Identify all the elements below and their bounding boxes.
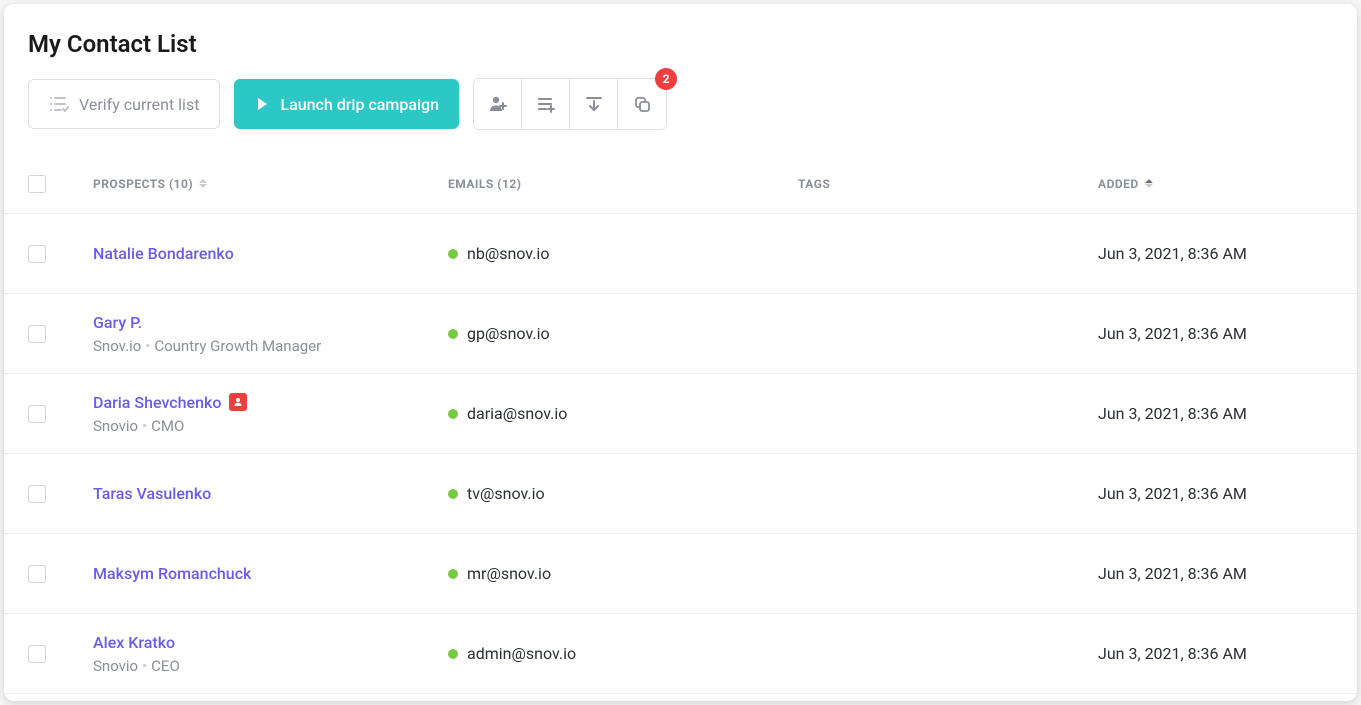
prospect-meta: Snovio•CEO xyxy=(93,657,448,675)
table-row: Gary P. Snov.io•Country Growth Manager gp@… xyxy=(4,294,1357,374)
prospect-meta: Snov.io•Country Growth Manager xyxy=(93,337,448,355)
email-status-dot xyxy=(448,569,458,579)
contact-card-icon xyxy=(229,393,247,411)
col-emails-label: EMAILS (12) xyxy=(448,177,521,191)
added-cell: Jun 3, 2021, 8:36 AM xyxy=(1098,324,1333,343)
toolbar: Verify current list Launch drip campaign xyxy=(28,78,1333,130)
page-title: My Contact List xyxy=(28,30,1333,58)
prospect-name-link[interactable]: Daria Shevchenko xyxy=(93,393,221,412)
copy-icon xyxy=(632,94,652,114)
email-text: admin@snov.io xyxy=(467,644,576,663)
table-row: Natalie Bondarenko nb@snov.io Jun 3, 2021,… xyxy=(4,214,1357,294)
list-plus-icon xyxy=(536,94,556,114)
email-text: gp@snov.io xyxy=(467,324,550,343)
table: PROSPECTS (10) EMAILS (12) TAGS ADDED xyxy=(4,154,1357,694)
verify-button-label: Verify current list xyxy=(79,95,199,114)
row-checkbox[interactable] xyxy=(28,325,46,343)
added-cell: Jun 3, 2021, 8:36 AM xyxy=(1098,644,1333,663)
added-cell: Jun 3, 2021, 8:36 AM xyxy=(1098,404,1333,423)
added-cell: Jun 3, 2021, 8:36 AM xyxy=(1098,564,1333,583)
select-all-checkbox[interactable] xyxy=(28,175,46,193)
verify-list-button[interactable]: Verify current list xyxy=(28,79,220,129)
email-status-dot xyxy=(448,409,458,419)
prospect-company: Snov.io xyxy=(93,337,141,355)
table-row: Taras Vasulenko tv@snov.io Jun 3, 2021, 8:… xyxy=(4,454,1357,534)
notification-badge: 2 xyxy=(655,68,677,90)
prospect-role: Country Growth Manager xyxy=(154,337,321,355)
launch-campaign-button[interactable]: Launch drip campaign xyxy=(234,79,459,129)
prospect-meta: Snovio•CMO xyxy=(93,417,448,435)
table-header: PROSPECTS (10) EMAILS (12) TAGS ADDED xyxy=(4,154,1357,214)
rows-container: Natalie Bondarenko nb@snov.io Jun 3, 2021,… xyxy=(4,214,1357,694)
action-icon-group xyxy=(473,78,667,130)
prospect-name-link[interactable]: Natalie Bondarenko xyxy=(93,244,234,263)
email-status-dot xyxy=(448,649,458,659)
list-check-icon xyxy=(49,95,69,113)
prospect-name-link[interactable]: Gary P. xyxy=(93,313,142,332)
action-group-wrapper: 2 xyxy=(473,78,667,130)
table-row: Maksym Romanchuck mr@snov.io Jun 3, 2021, … xyxy=(4,534,1357,614)
added-cell: Jun 3, 2021, 8:36 AM xyxy=(1098,244,1333,263)
person-plus-icon xyxy=(488,94,508,114)
prospect-role: CEO xyxy=(151,657,180,675)
email-text: nb@snov.io xyxy=(467,244,549,263)
email-text: mr@snov.io xyxy=(467,564,551,583)
add-to-list-button[interactable] xyxy=(522,79,570,129)
row-checkbox[interactable] xyxy=(28,565,46,583)
table-row: Alex Kratko Snovio•CEO admin@snov.io Jun 3,… xyxy=(4,614,1357,694)
col-prospects-label: PROSPECTS (10) xyxy=(93,177,193,191)
row-checkbox[interactable] xyxy=(28,645,46,663)
prospect-name-link[interactable]: Maksym Romanchuck xyxy=(93,564,251,583)
prospect-name-link[interactable]: Taras Vasulenko xyxy=(93,484,211,503)
email-text: daria@snov.io xyxy=(467,404,567,423)
col-tags-label: TAGS xyxy=(798,177,830,191)
row-checkbox[interactable] xyxy=(28,405,46,423)
added-cell: Jun 3, 2021, 8:36 AM xyxy=(1098,484,1333,503)
import-button[interactable] xyxy=(570,79,618,129)
launch-button-label: Launch drip campaign xyxy=(280,95,439,114)
col-added-label: ADDED xyxy=(1098,177,1139,191)
play-icon xyxy=(254,96,270,112)
email-status-dot xyxy=(448,489,458,499)
sort-icon[interactable] xyxy=(1145,179,1153,188)
header: My Contact List Verify current list xyxy=(4,4,1357,130)
prospect-company: Snovio xyxy=(93,657,138,675)
sort-icon[interactable] xyxy=(199,179,207,188)
email-text: tv@snov.io xyxy=(467,484,545,503)
add-person-button[interactable] xyxy=(474,79,522,129)
email-status-dot xyxy=(448,249,458,259)
import-down-icon xyxy=(584,94,604,114)
prospect-company: Snovio xyxy=(93,417,138,435)
app-container: My Contact List Verify current list xyxy=(4,4,1357,701)
row-checkbox[interactable] xyxy=(28,485,46,503)
prospect-role: CMO xyxy=(151,417,184,435)
row-checkbox[interactable] xyxy=(28,245,46,263)
email-status-dot xyxy=(448,329,458,339)
table-row: Daria Shevchenko Snovio•CMO daria@snov.io J… xyxy=(4,374,1357,454)
prospect-name-link[interactable]: Alex Kratko xyxy=(93,633,175,652)
